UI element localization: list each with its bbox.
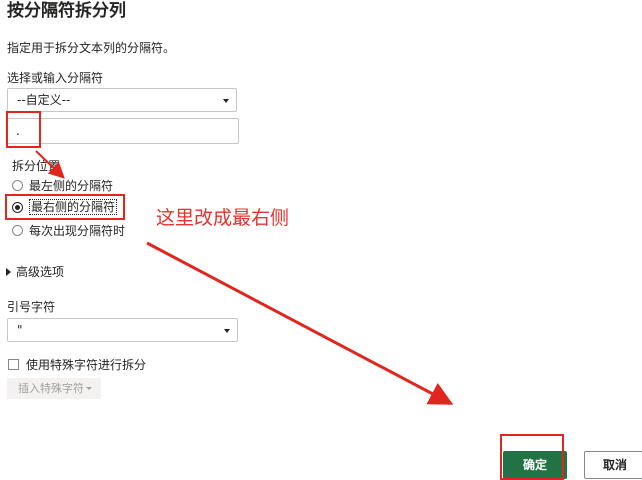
annotation-arrow-small bbox=[35, 150, 65, 179]
annotation-arrows bbox=[35, 150, 454, 405]
annotation-arrow-large bbox=[146, 241, 454, 405]
split-column-dialog: 按分隔符拆分列 指定用于拆分文本列的分隔符。 选择或输入分隔符 --自定义-- … bbox=[0, 0, 642, 480]
